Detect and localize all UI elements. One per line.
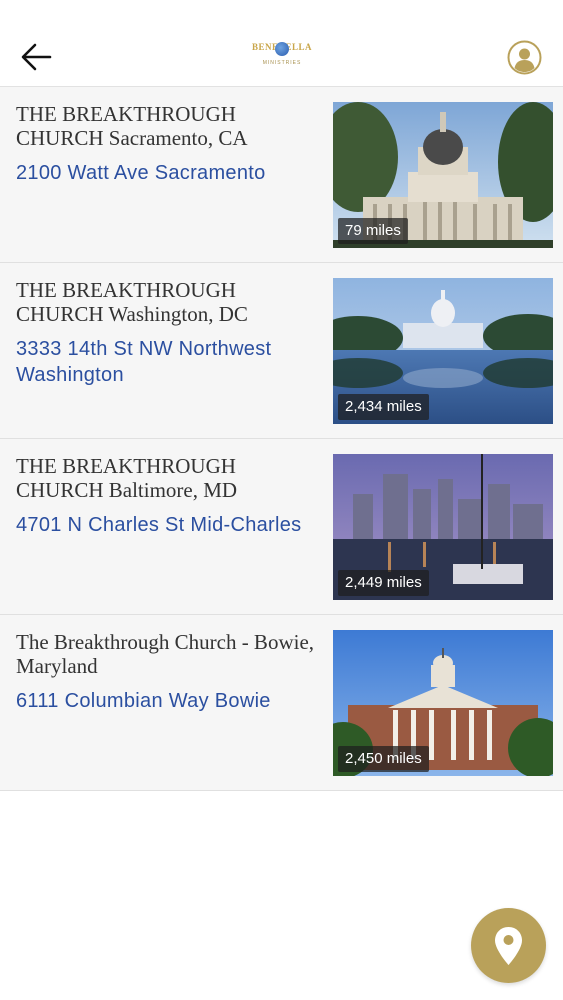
location-row-washington[interactable]: THE BREAKTHROUGH CHURCH Washington, DC 3…	[0, 263, 563, 439]
app-header: BENEDELLA MINISTRIES	[0, 0, 563, 87]
location-photo: 79 miles	[333, 102, 553, 248]
location-address[interactable]: 3333 14th St NW Northwest Washington	[16, 336, 326, 388]
arrow-left-icon	[21, 43, 52, 71]
location-address[interactable]: 6111 Columbian Way Bowie	[16, 688, 326, 714]
profile-button[interactable]	[507, 40, 542, 75]
distance-badge: 2,450 miles	[338, 746, 429, 772]
distance-badge: 2,434 miles	[338, 394, 429, 420]
logo-tagline: MINISTRIES	[262, 60, 302, 66]
location-title: THE BREAKTHROUGH CHURCH Baltimore, MD	[16, 454, 238, 502]
globe-icon	[275, 42, 289, 56]
location-title: THE BREAKTHROUGH CHURCH Sacramento, CA	[16, 102, 248, 150]
location-photo: 2,434 miles	[333, 278, 553, 424]
distance-badge: 79 miles	[338, 218, 408, 244]
location-title: The Breakthrough Church - Bowie, Marylan…	[16, 630, 315, 678]
map-view-button[interactable]	[471, 908, 546, 983]
location-address[interactable]: 4701 N Charles St Mid-Charles	[16, 512, 326, 538]
location-title: THE BREAKTHROUGH CHURCH Washington, DC	[16, 278, 248, 326]
map-pin-icon	[495, 927, 522, 965]
location-row-bowie[interactable]: The Breakthrough Church - Bowie, Marylan…	[0, 615, 563, 791]
church-location-list: THE BREAKTHROUGH CHURCH Sacramento, CA 2…	[0, 87, 563, 791]
user-circle-icon	[507, 40, 542, 75]
location-row-sacramento[interactable]: THE BREAKTHROUGH CHURCH Sacramento, CA 2…	[0, 87, 563, 263]
location-photo: 2,449 miles	[333, 454, 553, 600]
location-photo: 2,450 miles	[333, 630, 553, 776]
location-row-baltimore[interactable]: THE BREAKTHROUGH CHURCH Baltimore, MD 47…	[0, 439, 563, 615]
location-address[interactable]: 2100 Watt Ave Sacramento	[16, 160, 326, 186]
distance-badge: 2,449 miles	[338, 570, 429, 596]
brand-logo: BENEDELLA MINISTRIES	[252, 38, 312, 72]
back-button[interactable]	[18, 38, 56, 76]
